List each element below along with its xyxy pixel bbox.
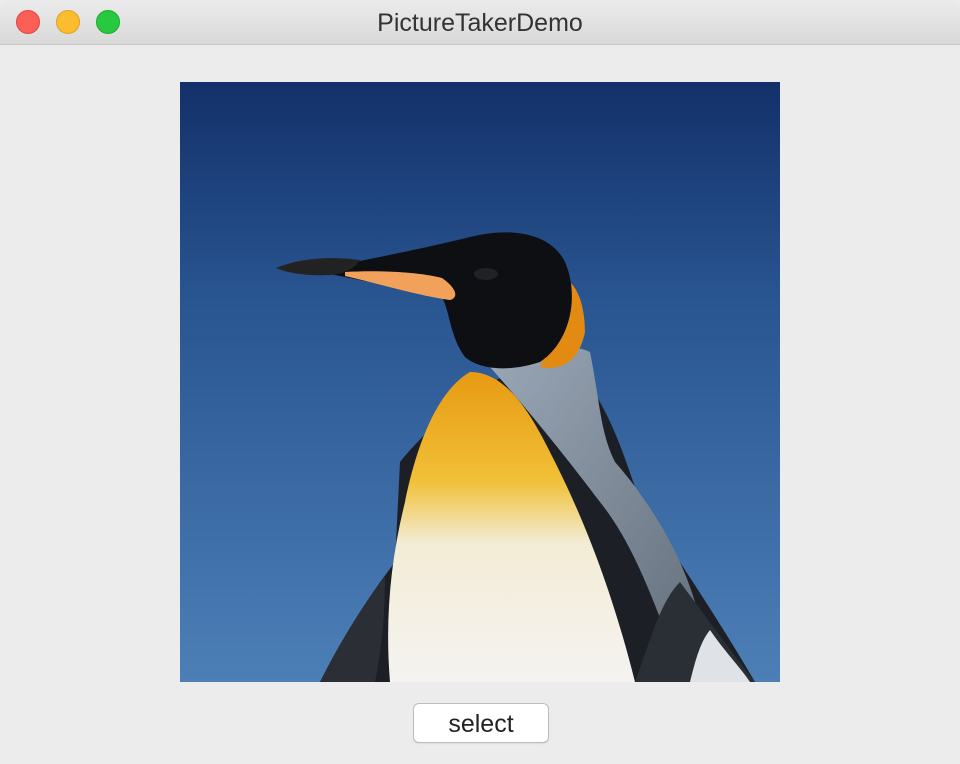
penguin-image: [180, 82, 780, 682]
title-bar[interactable]: PictureTakerDemo: [0, 0, 960, 45]
window-title: PictureTakerDemo: [377, 9, 583, 37]
app-window: PictureTakerDemo select: [0, 0, 960, 764]
select-button[interactable]: select: [413, 703, 549, 743]
